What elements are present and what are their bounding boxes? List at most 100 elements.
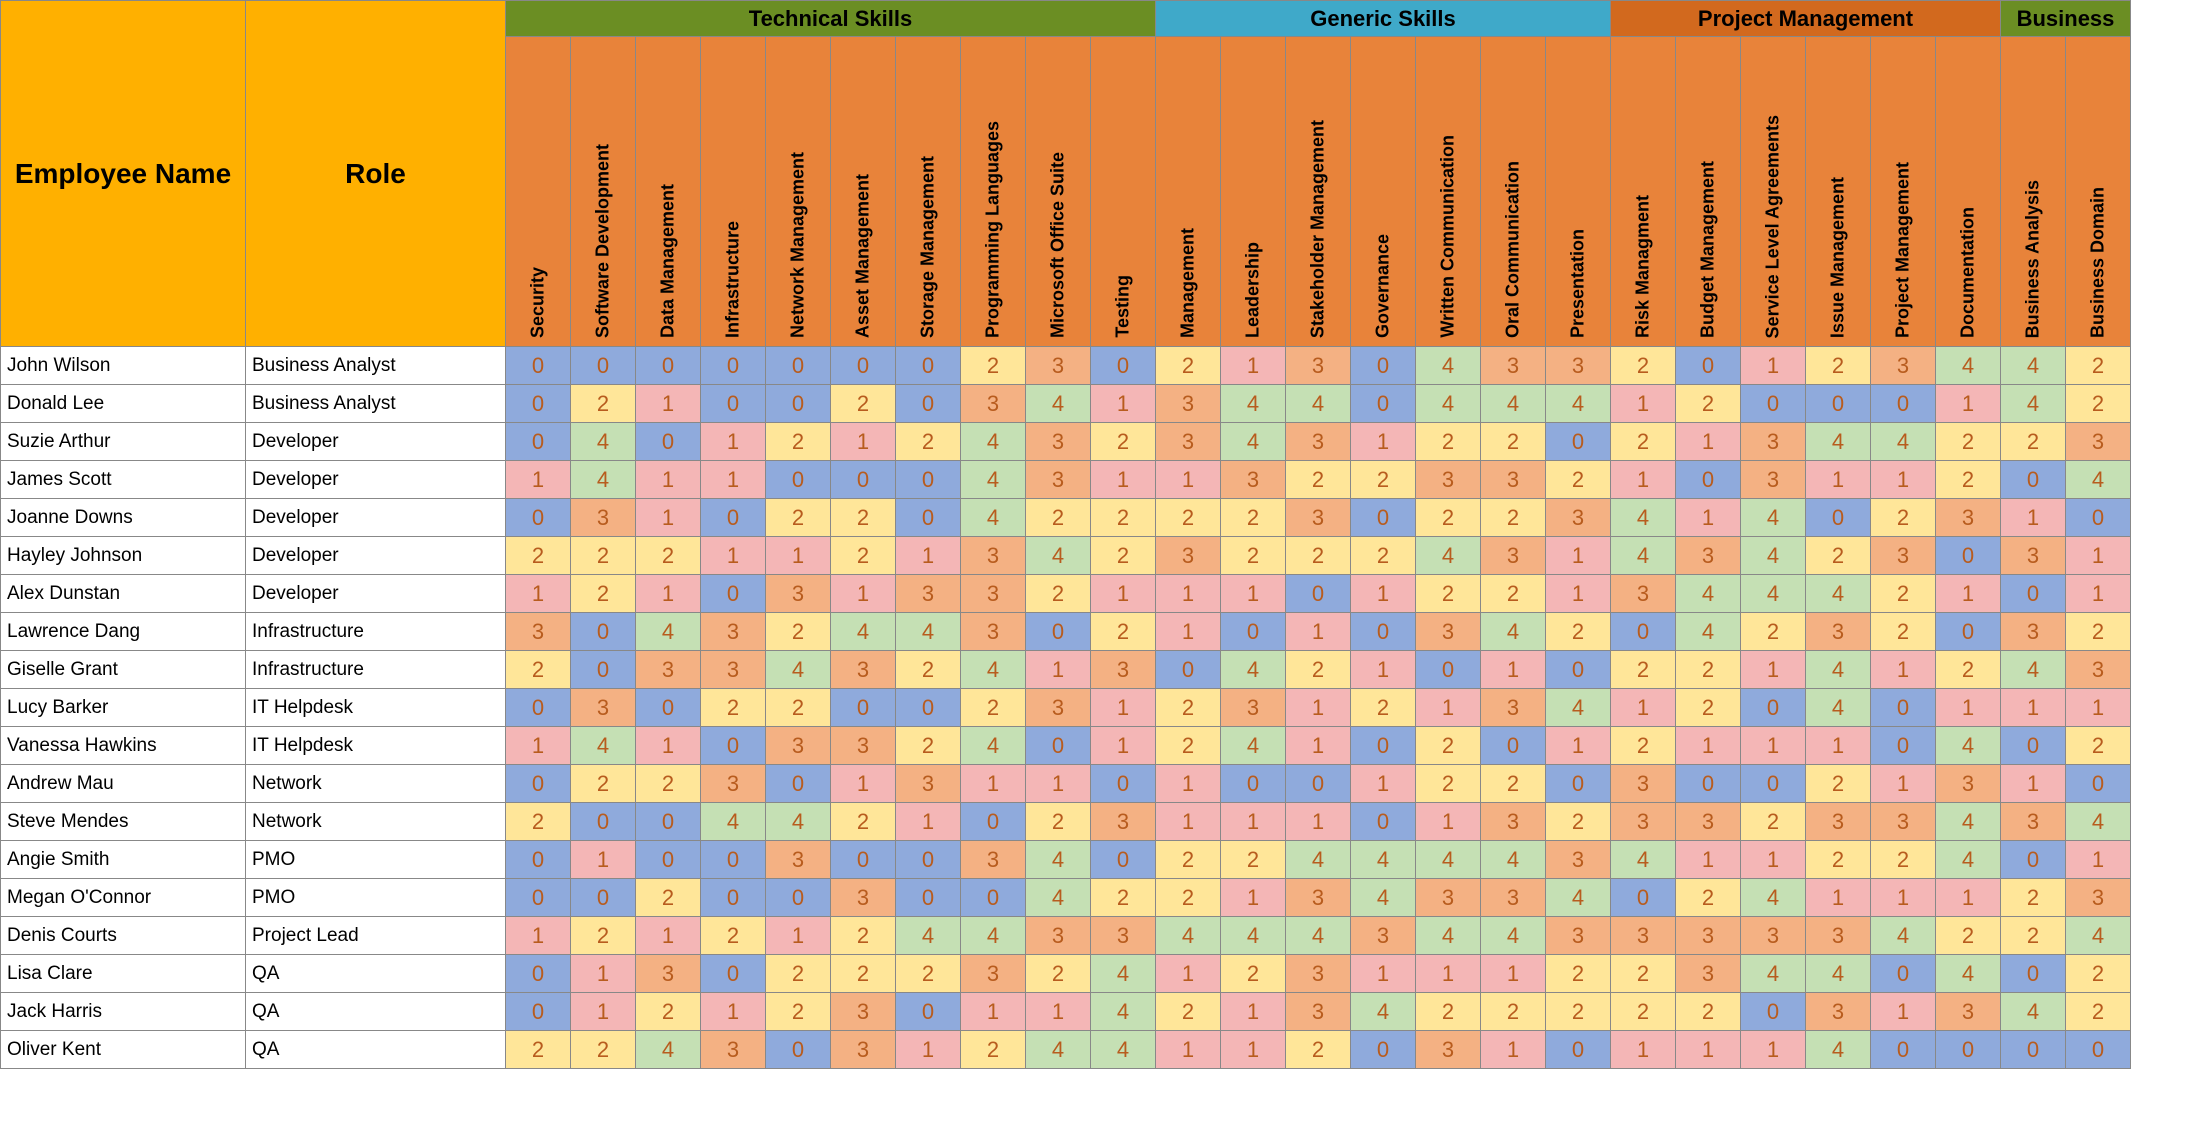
score-cell[interactable]: 4 (961, 499, 1026, 537)
score-cell[interactable]: 2 (896, 423, 961, 461)
score-cell[interactable]: 1 (1026, 765, 1091, 803)
score-cell[interactable]: 2 (1286, 651, 1351, 689)
score-cell[interactable]: 2 (961, 689, 1026, 727)
employee-name-cell[interactable]: Andrew Mau (1, 765, 246, 803)
score-cell[interactable]: 4 (1481, 917, 1546, 955)
score-cell[interactable]: 2 (1871, 499, 1936, 537)
score-cell[interactable]: 3 (1676, 955, 1741, 993)
score-cell[interactable]: 1 (961, 765, 1026, 803)
employee-name-cell[interactable]: Joanne Downs (1, 499, 246, 537)
score-cell[interactable]: 4 (766, 803, 831, 841)
score-cell[interactable]: 4 (1936, 803, 2001, 841)
score-cell[interactable]: 3 (961, 537, 1026, 575)
employee-role-cell[interactable]: Developer (246, 423, 506, 461)
score-cell[interactable]: 3 (1676, 917, 1741, 955)
score-cell[interactable]: 2 (831, 917, 896, 955)
score-cell[interactable]: 4 (1936, 727, 2001, 765)
score-cell[interactable]: 1 (1806, 461, 1871, 499)
score-cell[interactable]: 2 (571, 917, 636, 955)
score-cell[interactable]: 2 (1676, 993, 1741, 1031)
score-cell[interactable]: 1 (1286, 803, 1351, 841)
score-cell[interactable]: 1 (1871, 461, 1936, 499)
score-cell[interactable]: 1 (506, 727, 571, 765)
score-cell[interactable]: 0 (1351, 803, 1416, 841)
score-cell[interactable]: 2 (1351, 537, 1416, 575)
score-cell[interactable]: 2 (1741, 613, 1806, 651)
score-cell[interactable]: 4 (1416, 385, 1481, 423)
score-cell[interactable]: 4 (1806, 423, 1871, 461)
score-cell[interactable]: 4 (961, 917, 1026, 955)
score-cell[interactable]: 1 (1221, 879, 1286, 917)
score-cell[interactable]: 4 (1936, 347, 2001, 385)
score-cell[interactable]: 1 (1221, 993, 1286, 1031)
score-cell[interactable]: 0 (766, 347, 831, 385)
score-cell[interactable]: 4 (1611, 537, 1676, 575)
score-cell[interactable]: 2 (1806, 841, 1871, 879)
score-cell[interactable]: 0 (636, 803, 701, 841)
score-cell[interactable]: 2 (766, 499, 831, 537)
score-cell[interactable]: 3 (831, 879, 896, 917)
score-cell[interactable]: 4 (701, 803, 766, 841)
score-cell[interactable]: 1 (1871, 651, 1936, 689)
score-cell[interactable]: 0 (1546, 423, 1611, 461)
score-cell[interactable]: 1 (2001, 765, 2066, 803)
score-cell[interactable]: 1 (1416, 803, 1481, 841)
employee-role-cell[interactable]: Developer (246, 461, 506, 499)
score-cell[interactable]: 2 (1481, 765, 1546, 803)
score-cell[interactable]: 1 (1221, 575, 1286, 613)
employee-name-cell[interactable]: Lucy Barker (1, 689, 246, 727)
score-cell[interactable]: 3 (1871, 347, 1936, 385)
score-cell[interactable]: 2 (1611, 955, 1676, 993)
score-cell[interactable]: 1 (636, 461, 701, 499)
score-cell[interactable]: 2 (1416, 993, 1481, 1031)
score-cell[interactable]: 3 (831, 727, 896, 765)
score-cell[interactable]: 1 (1741, 347, 1806, 385)
score-cell[interactable]: 0 (636, 347, 701, 385)
score-cell[interactable]: 0 (506, 423, 571, 461)
score-cell[interactable]: 0 (636, 423, 701, 461)
score-cell[interactable]: 0 (1806, 499, 1871, 537)
score-cell[interactable]: 0 (896, 385, 961, 423)
score-cell[interactable]: 4 (1546, 385, 1611, 423)
score-cell[interactable]: 2 (1481, 993, 1546, 1031)
score-cell[interactable]: 2 (1156, 727, 1221, 765)
score-cell[interactable]: 4 (1546, 689, 1611, 727)
score-cell[interactable]: 0 (636, 841, 701, 879)
score-cell[interactable]: 1 (636, 575, 701, 613)
score-cell[interactable]: 3 (1091, 917, 1156, 955)
score-cell[interactable]: 1 (636, 385, 701, 423)
score-cell[interactable]: 3 (2001, 613, 2066, 651)
score-cell[interactable]: 2 (1806, 347, 1871, 385)
score-cell[interactable]: 4 (1026, 385, 1091, 423)
score-cell[interactable]: 3 (961, 385, 1026, 423)
score-cell[interactable]: 4 (1351, 993, 1416, 1031)
score-cell[interactable]: 1 (1611, 1031, 1676, 1069)
score-cell[interactable]: 3 (1611, 803, 1676, 841)
score-cell[interactable]: 0 (701, 347, 766, 385)
score-cell[interactable]: 1 (1676, 499, 1741, 537)
score-cell[interactable]: 4 (1091, 993, 1156, 1031)
employee-role-cell[interactable]: Developer (246, 575, 506, 613)
employee-role-cell[interactable]: Developer (246, 537, 506, 575)
score-cell[interactable]: 2 (1936, 461, 2001, 499)
score-cell[interactable]: 1 (1806, 727, 1871, 765)
score-cell[interactable]: 1 (1676, 1031, 1741, 1069)
score-cell[interactable]: 1 (1871, 993, 1936, 1031)
score-cell[interactable]: 2 (1871, 613, 1936, 651)
employee-name-cell[interactable]: Denis Courts (1, 917, 246, 955)
score-cell[interactable]: 4 (896, 613, 961, 651)
score-cell[interactable]: 4 (1286, 841, 1351, 879)
score-cell[interactable]: 0 (1871, 689, 1936, 727)
score-cell[interactable]: 3 (1546, 841, 1611, 879)
score-cell[interactable]: 1 (1091, 727, 1156, 765)
score-cell[interactable]: 2 (571, 385, 636, 423)
score-cell[interactable]: 2 (1481, 499, 1546, 537)
score-cell[interactable]: 0 (1221, 613, 1286, 651)
score-cell[interactable]: 0 (571, 803, 636, 841)
score-cell[interactable]: 2 (1091, 499, 1156, 537)
score-cell[interactable]: 2 (636, 537, 701, 575)
employee-name-cell[interactable]: Lawrence Dang (1, 613, 246, 651)
employee-role-cell[interactable]: IT Helpdesk (246, 689, 506, 727)
score-cell[interactable]: 1 (1156, 613, 1221, 651)
score-cell[interactable]: 4 (571, 461, 636, 499)
